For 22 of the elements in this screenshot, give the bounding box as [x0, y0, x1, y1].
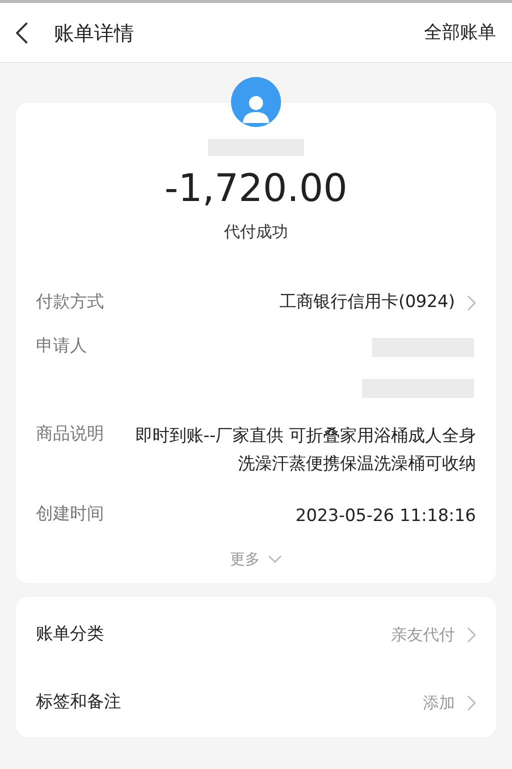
row-label: 创建时间	[36, 503, 105, 526]
row-value: 即时到账--厂家直供 可折叠家用浴桶成人全身洗澡汗蒸便携保温洗澡桶可收纳	[134, 425, 476, 476]
row-label: 商品说明	[36, 423, 105, 446]
row-value: 2023-05-26 11:18:16	[294, 505, 476, 528]
row-value: 添加	[423, 692, 455, 714]
chevron-right-icon	[467, 626, 476, 642]
payment-method[interactable]: 工商银行信用卡(0924)	[279, 290, 455, 316]
row-value: 亲友代付	[391, 624, 455, 646]
chevron-down-icon	[268, 555, 282, 564]
row-label: 付款方式	[36, 291, 105, 314]
settings-row[interactable]: 账单分类 亲友代付	[16, 600, 496, 668]
settings-row[interactable]: 标签和备注 添加	[16, 668, 496, 736]
row-label: 标签和备注	[36, 690, 121, 714]
row-label: 账单分类	[36, 622, 104, 646]
back-icon	[16, 22, 28, 44]
chevron-right-icon	[467, 295, 476, 311]
amount: -1,720.00	[164, 165, 348, 212]
row-label: 申请人	[36, 335, 88, 358]
payment-status: 代付成功	[224, 221, 288, 243]
chevron-right-icon	[467, 694, 476, 710]
page-title: 账单详情	[54, 20, 134, 46]
all-bills-link[interactable]: 全部账单	[424, 19, 496, 46]
